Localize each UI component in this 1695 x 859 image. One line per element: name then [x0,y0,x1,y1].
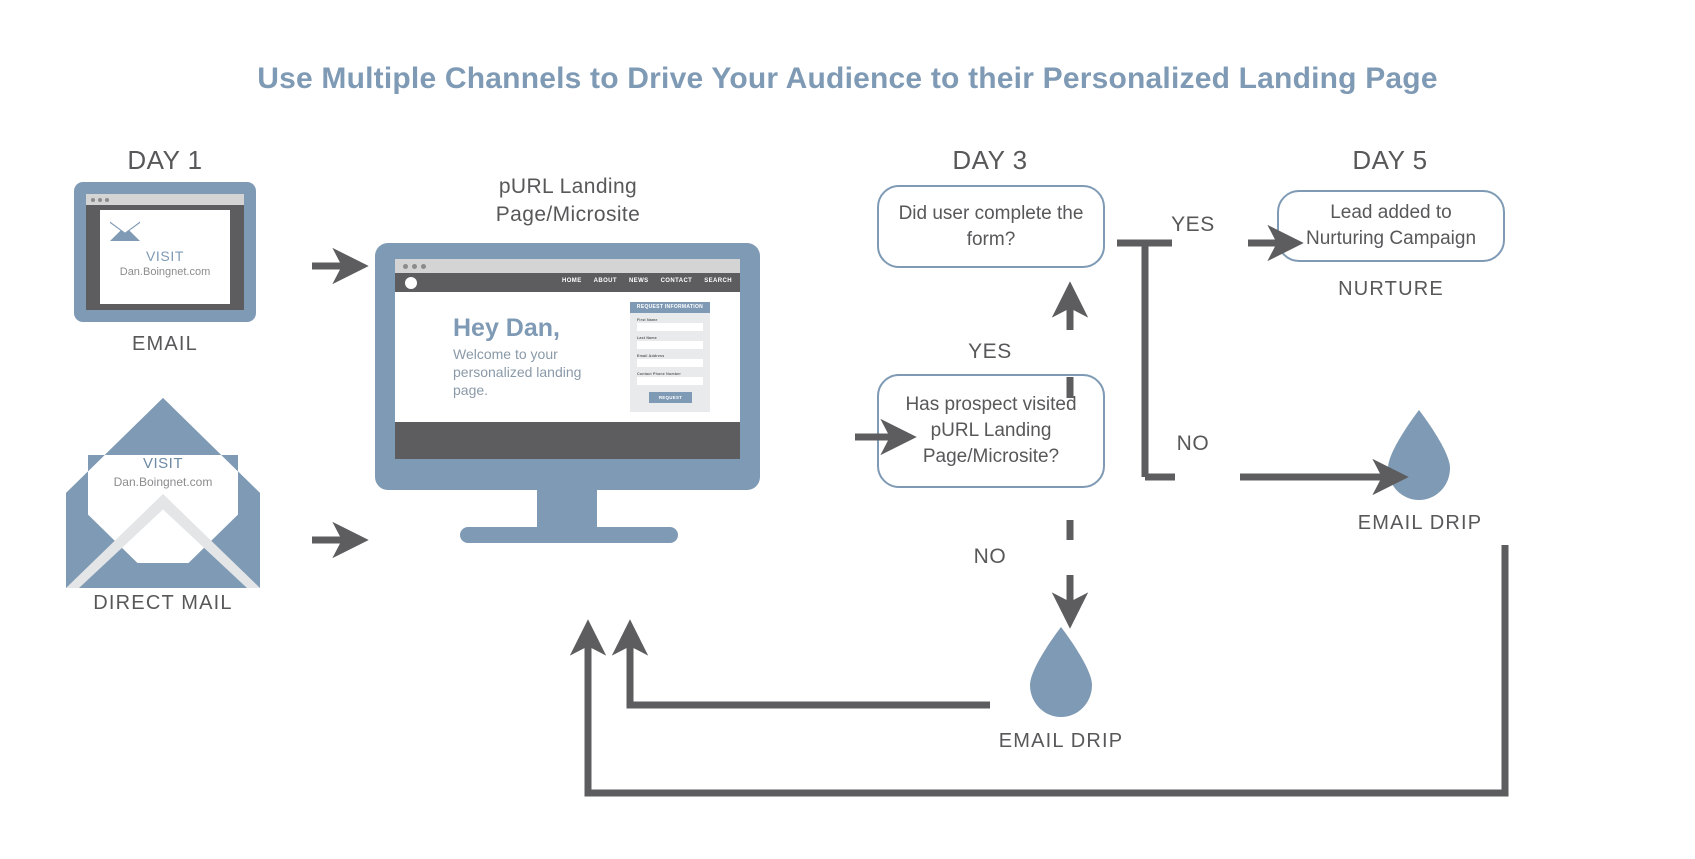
nav-item-news[interactable]: NEWS [629,278,649,284]
browser-titlebar [86,194,244,205]
water-droplet-icon [1388,410,1450,500]
site-logo [405,276,417,289]
outcome-lead-added[interactable]: Lead added to Nurturing Campaign [1277,190,1505,262]
form-input-contact-phone-number[interactable] [637,377,703,385]
window-dot [105,198,109,202]
form-label-email-address: Email Address [637,354,665,358]
edge-label-yes-up: YES [968,340,1012,363]
landing-page-heading-line1: pURL Landing [498,175,638,198]
email-channel-caption: EMAIL [131,333,199,355]
email-url-label: Dan.Boingnet.com [119,266,211,278]
column-label-day1: DAY 1 [127,145,203,175]
form-input-first-name[interactable] [637,323,703,331]
site-headline: Hey Dan, [453,314,560,342]
direct-mail-url-label: Dan.Boingnet.com [113,475,213,489]
window-dot [91,198,95,202]
decision-text: Has prospect visited pURL Landing Page/M… [905,394,1077,467]
email-visit-label: VISIT [145,248,184,264]
nav-item-home[interactable]: HOME [562,278,582,284]
request-information-form[interactable]: REQUEST INFORMATION First Name Last Name… [630,302,710,412]
nav-item-about[interactable]: ABOUT [594,278,617,284]
landing-page-heading-line2: Page/Microsite [495,203,641,226]
site-subtext: Welcome to your personalized landing pag… [453,346,582,398]
edge-label-no-down: NO [973,545,1007,568]
column-label-day5: DAY 5 [1352,145,1428,175]
form-label-contact-phone-number: Contact Phone Number [637,372,681,376]
site-navbar: HOME ABOUT NEWS CONTACT SEARCH [395,273,740,292]
window-dot [403,264,408,269]
form-input-last-name[interactable] [637,341,703,349]
edge-label-no-right: NO [1176,432,1210,455]
column-label-day3: DAY 3 [952,145,1028,175]
monitor-screen: HOME ABOUT NEWS CONTACT SEARCH Hey Dan, … [395,259,740,459]
site-browser-titlebar [395,259,740,273]
loop-bottom-drip-to-monitor [611,619,990,709]
nav-item-search[interactable]: SEARCH [704,278,732,284]
site-footer [395,422,740,459]
window-dot [421,264,426,269]
monitor-stand-base [460,527,678,543]
open-envelope-icon [66,398,260,588]
decision-did-user-complete-form[interactable]: Did user complete the form? [877,185,1105,268]
water-droplet-icon [1030,627,1092,717]
window-dot [98,198,102,202]
email-browser-window: VISIT Dan.Boingnet.com [74,182,256,322]
edge-label-yes-right: YES [1171,213,1215,236]
nav-item-contact[interactable]: CONTACT [661,278,693,284]
form-field-last-name[interactable]: Last Name [637,336,703,349]
site-body: Hey Dan, Welcome to your personalized la… [395,292,740,422]
outcome-text: Lead added to Nurturing Campaign [1305,202,1477,249]
form-field-first-name[interactable]: First Name [637,318,703,331]
diagram-canvas: Use Multiple Channels to Drive Your Audi… [0,0,1695,859]
decision-has-prospect-visited[interactable]: Has prospect visited pURL Landing Page/M… [877,374,1105,488]
request-submit-button[interactable]: REQUEST [649,392,692,403]
form-field-email-address[interactable]: Email Address [637,354,703,367]
form-field-contact-phone-number[interactable]: Contact Phone Number [637,372,703,385]
page-title: Use Multiple Channels to Drive Your Audi… [257,62,1438,95]
form-label-first-name: First Name [637,318,658,322]
email-drip-right-caption: EMAIL DRIP [1357,512,1483,534]
form-label-last-name: Last Name [637,336,657,340]
direct-mail-channel-caption: DIRECT MAIL [93,592,233,614]
site-nav-links: HOME ABOUT NEWS CONTACT SEARCH [562,278,732,284]
envelope-icon [110,220,140,241]
form-input-email-address[interactable] [637,359,703,367]
email-drip-bottom-caption: EMAIL DRIP [998,730,1124,752]
form-header: REQUEST INFORMATION [630,302,710,313]
direct-mail-visit-label: VISIT [142,455,183,472]
decision-text: Did user complete the form? [898,202,1084,250]
monitor-stand-neck [537,490,597,532]
window-dot [412,264,417,269]
nurture-caption: NURTURE [1338,278,1444,300]
